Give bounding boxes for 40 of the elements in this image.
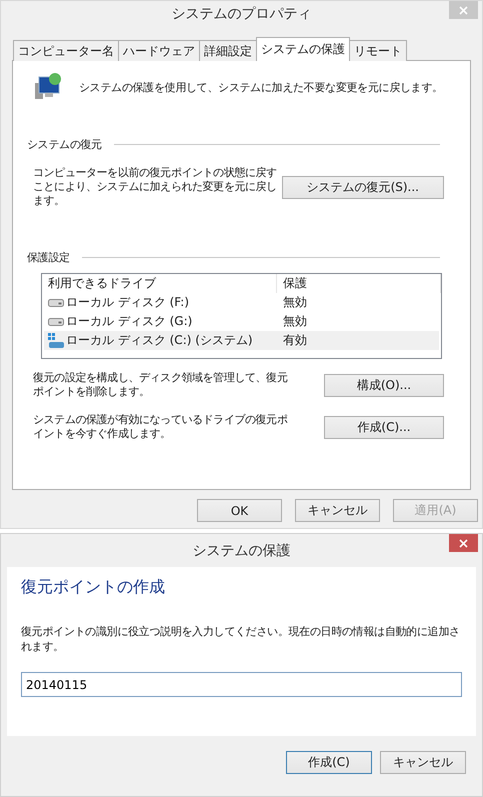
restore-description: コンピューターを以前の復元ポイントの状態に戻すことにより、システムに加えられた変更を元に戻します。 [33,166,278,208]
dialog-title: システムの保護 [192,542,290,560]
drive-name: ローカル ディスク (F:) [66,294,190,311]
dialog-button[interactable]: キャンセル [295,499,380,522]
close-button[interactable] [449,534,478,552]
column-header[interactable]: 利用できるドライブ [42,274,277,293]
description-field[interactable]: 20140115 [21,672,462,697]
system-drive-icon [48,332,64,348]
instruction-text: 復元ポイントの識別に役立つ説明を入力してください。現在の日時の情報は自動的に追加されます。 [21,624,461,654]
protection-status: 無効 [283,313,307,330]
drive-row[interactable]: ローカル ディスク (G:) 無効 [44,312,439,331]
dialog-button[interactable]: 作成(C) [286,751,372,774]
window-title: システムのプロパティ [172,5,312,23]
close-icon [459,538,468,548]
drive-row[interactable]: ローカル ディスク (F:) 無効 [44,293,439,312]
protection-status: 無効 [283,294,307,311]
section-heading: システムの復元 [27,137,102,152]
tab[interactable]: 詳細設定 [199,40,257,61]
dialog-heading: 復元ポイントの作成 [21,577,166,598]
drive-name: ローカル ディスク (C:) (システム) [66,332,253,349]
drive-row[interactable]: ローカル ディスク (C:) (システム) 有効 [44,331,439,350]
tab[interactable]: ハードウェア [118,40,200,61]
drive-name: ローカル ディスク (G:) [66,313,192,330]
close-icon [459,6,468,14]
action-description: 復元の設定を構成し、ディスク領域を管理して、復元ポイントを削除します。 [33,371,288,399]
column-header[interactable]: 保護 [277,274,441,293]
action-description: システムの保護が有効になっているドライブの復元ポイントを今すぐ作成します。 [33,413,288,441]
dialog-button[interactable]: キャンセル [380,751,466,774]
dialog-button[interactable]: OK [197,499,282,522]
action-button[interactable]: 作成(C)... [324,416,444,438]
tab[interactable]: リモート [349,40,407,61]
drive-icon [48,318,64,326]
system-restore-button[interactable]: システムの復元(S)... [282,176,444,198]
action-button[interactable]: 構成(O)... [324,374,444,396]
protection-status: 有効 [283,332,307,349]
tab[interactable]: コンピューター名 [13,40,119,61]
drive-icon [48,298,64,306]
intro-text: システムの保護を使用して、システムに加えた不要な変更を元に戻します。 [79,80,443,94]
section-heading: 保護設定 [27,250,70,265]
tab[interactable]: システムの保護 [256,37,350,61]
